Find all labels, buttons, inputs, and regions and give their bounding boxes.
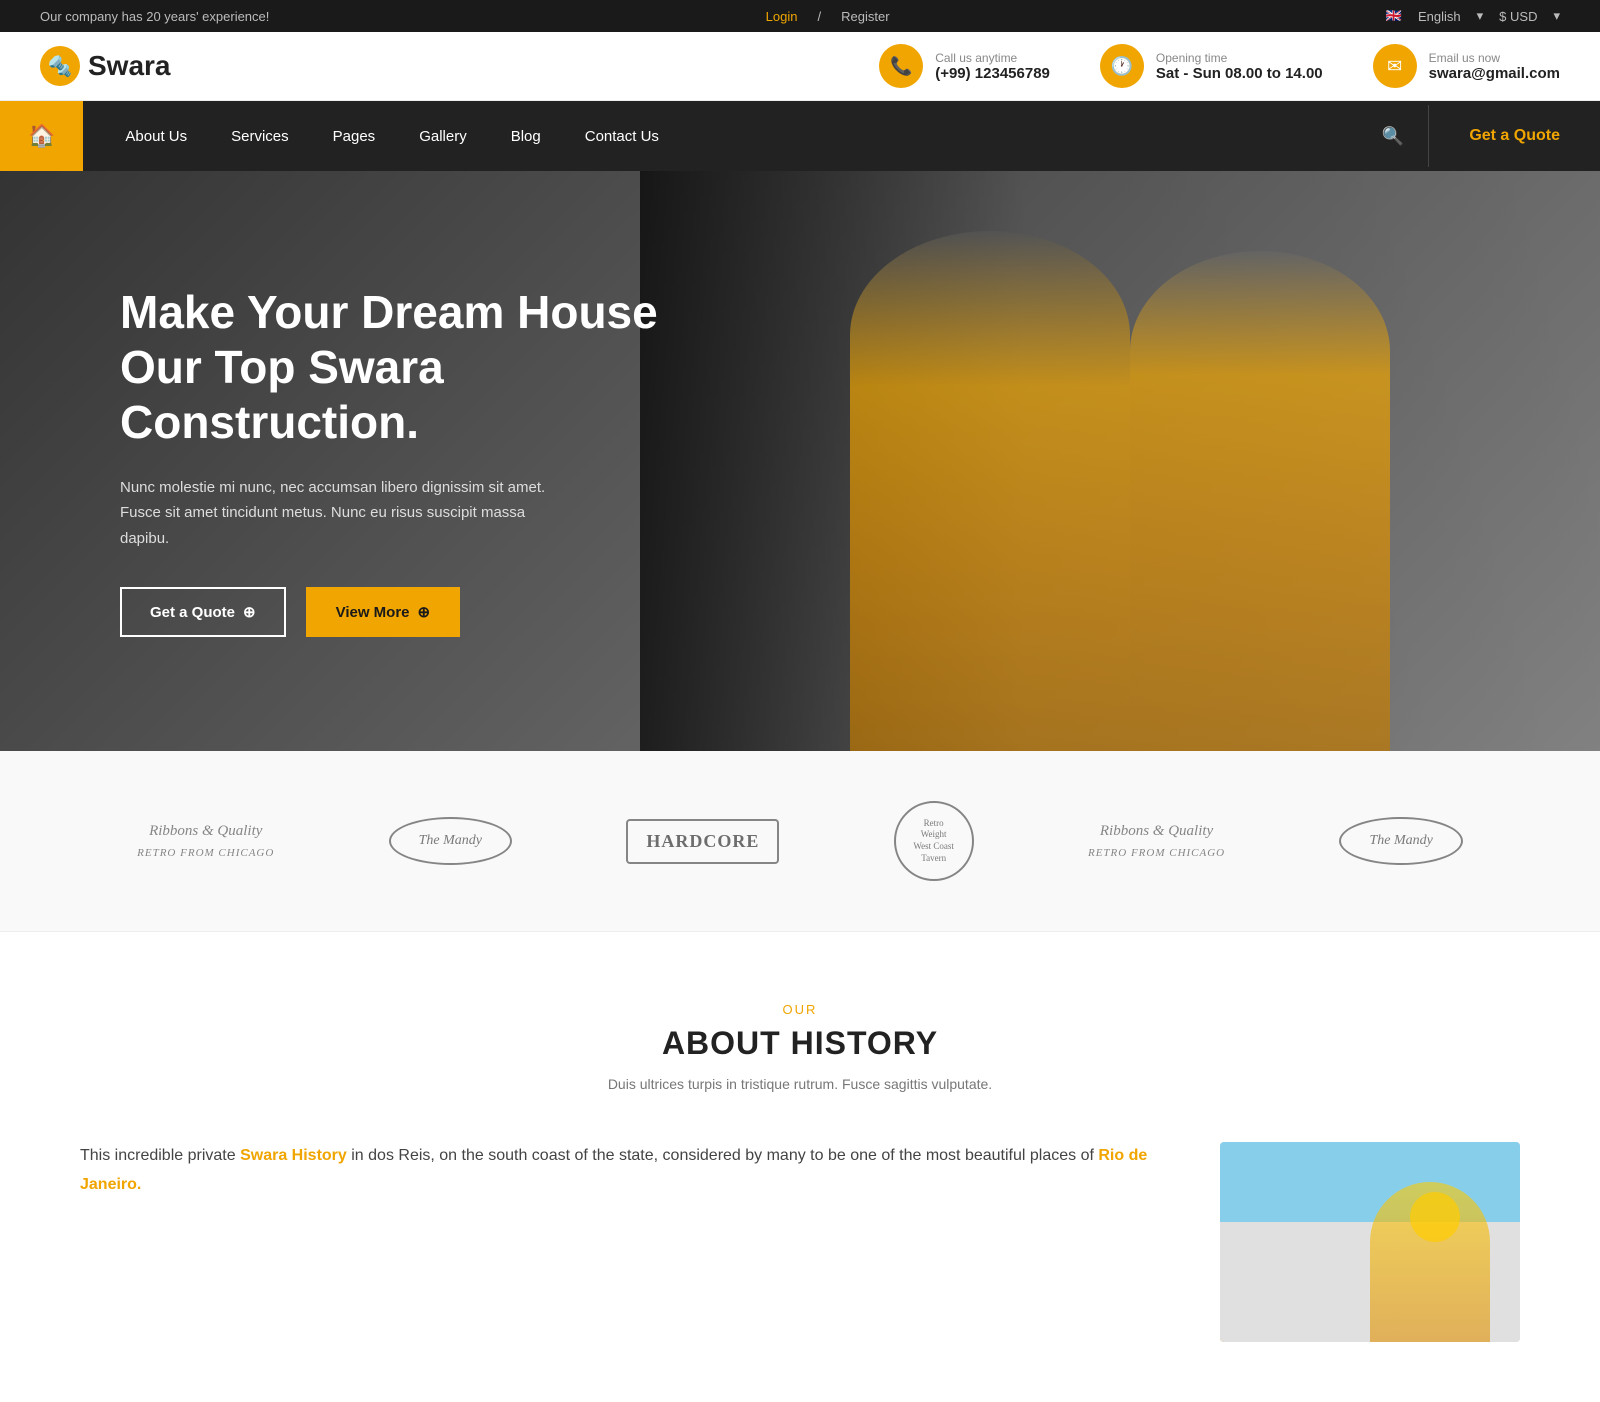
partner-6[interactable]: The Mandy bbox=[1339, 817, 1462, 865]
about-section: OUR ABOUT HISTORY Duis ultrices turpis i… bbox=[0, 932, 1600, 1402]
partner-2[interactable]: The Mandy bbox=[389, 817, 512, 865]
navbar: 🏠 About Us Services Pages Gallery Blog C… bbox=[0, 101, 1600, 171]
partner-3[interactable]: HARDCORE bbox=[626, 819, 779, 864]
auth-separator: / bbox=[817, 9, 821, 24]
locale-controls: 🇬🇧 English ▾ $ USD ▾ bbox=[1386, 8, 1560, 24]
about-body: This incredible private Swara History in… bbox=[80, 1142, 1520, 1342]
about-section-label: OUR bbox=[80, 1002, 1520, 1017]
nav-home-button[interactable]: 🏠 bbox=[0, 101, 83, 171]
logo-icon: 🔩 bbox=[40, 46, 80, 86]
about-text-2: in dos Reis, on the south coast of the s… bbox=[347, 1147, 1099, 1164]
about-image-worker bbox=[1220, 1142, 1520, 1342]
logo-name: Swara bbox=[88, 50, 171, 82]
login-link[interactable]: Login bbox=[766, 9, 798, 24]
email-icon: ✉ bbox=[1373, 44, 1417, 88]
currency-chevron: ▾ bbox=[1553, 8, 1560, 24]
nav-search-button[interactable]: 🔍 bbox=[1358, 126, 1428, 147]
quote-button-icon: ⊕ bbox=[243, 603, 256, 621]
hero-get-quote-button[interactable]: Get a Quote ⊕ bbox=[120, 587, 286, 637]
language-chevron: ▾ bbox=[1477, 8, 1484, 24]
quote-button-label: Get a Quote bbox=[150, 604, 235, 621]
nav-links: About Us Services Pages Gallery Blog Con… bbox=[83, 106, 1357, 167]
hero-description: Nunc molestie mi nunc, nec accumsan libe… bbox=[120, 475, 560, 552]
currency-selector[interactable]: $ USD bbox=[1499, 9, 1537, 24]
nav-contact[interactable]: Contact Us bbox=[563, 106, 681, 167]
about-section-title: ABOUT HISTORY bbox=[80, 1025, 1520, 1062]
nav-about[interactable]: About Us bbox=[103, 106, 209, 167]
hero-section: Make Your Dream House Our Top Swara Cons… bbox=[0, 171, 1600, 751]
about-text: This incredible private Swara History in… bbox=[80, 1142, 1180, 1200]
email-info: ✉ Email us now swara@gmail.com bbox=[1373, 44, 1560, 88]
top-bar: Our company has 20 years' experience! Lo… bbox=[0, 0, 1600, 32]
auth-links: Login / Register bbox=[766, 9, 890, 24]
search-icon: 🔍 bbox=[1382, 126, 1404, 146]
email-value: swara@gmail.com bbox=[1429, 65, 1560, 82]
flag-icon: 🇬🇧 bbox=[1386, 8, 1402, 24]
partner-1[interactable]: Ribbons & Quality Retro from Chicago bbox=[137, 821, 274, 861]
nav-gallery[interactable]: Gallery bbox=[397, 106, 489, 167]
hero-workers-overlay bbox=[640, 171, 1600, 751]
nav-get-quote-button[interactable]: Get a Quote bbox=[1428, 105, 1600, 167]
hours-label: Opening time bbox=[1156, 51, 1323, 65]
logo[interactable]: 🔩 Swara bbox=[40, 46, 171, 86]
about-section-desc: Duis ultrices turpis in tristique rutrum… bbox=[80, 1076, 1520, 1092]
nav-services[interactable]: Services bbox=[209, 106, 311, 167]
email-text: Email us now swara@gmail.com bbox=[1429, 51, 1560, 82]
phone-info: 📞 Call us anytime (+99) 123456789 bbox=[879, 44, 1050, 88]
register-link[interactable]: Register bbox=[841, 9, 889, 24]
hero-content: Make Your Dream House Our Top Swara Cons… bbox=[0, 285, 680, 637]
about-image bbox=[1220, 1142, 1520, 1342]
nav-pages[interactable]: Pages bbox=[311, 106, 398, 167]
phone-icon: 📞 bbox=[879, 44, 923, 88]
hero-title: Make Your Dream House Our Top Swara Cons… bbox=[120, 285, 680, 451]
partner-5[interactable]: Ribbons & Quality Retro from Chicago bbox=[1088, 821, 1225, 861]
about-text-1: This incredible private bbox=[80, 1147, 240, 1164]
header-info: 📞 Call us anytime (+99) 123456789 🕐 Open… bbox=[879, 44, 1560, 88]
phone-label: Call us anytime bbox=[935, 51, 1050, 65]
hours-text: Opening time Sat - Sun 08.00 to 14.00 bbox=[1156, 51, 1323, 82]
nav-blog[interactable]: Blog bbox=[489, 106, 563, 167]
phone-number: (+99) 123456789 bbox=[935, 65, 1050, 82]
hero-buttons: Get a Quote ⊕ View More ⊕ bbox=[120, 587, 680, 637]
header: 🔩 Swara 📞 Call us anytime (+99) 12345678… bbox=[0, 32, 1600, 101]
hours-icon: 🕐 bbox=[1100, 44, 1144, 88]
more-button-icon: ⊕ bbox=[418, 603, 431, 621]
hero-view-more-button[interactable]: View More ⊕ bbox=[306, 587, 461, 637]
home-icon: 🏠 bbox=[28, 123, 55, 149]
worker1-shape bbox=[850, 231, 1130, 751]
hours-value: Sat - Sun 08.00 to 14.00 bbox=[1156, 65, 1323, 82]
language-selector[interactable]: English bbox=[1418, 9, 1461, 24]
hours-info: 🕐 Opening time Sat - Sun 08.00 to 14.00 bbox=[1100, 44, 1323, 88]
partners-strip: Ribbons & Quality Retro from Chicago The… bbox=[0, 751, 1600, 932]
email-label: Email us now bbox=[1429, 51, 1560, 65]
phone-text: Call us anytime (+99) 123456789 bbox=[935, 51, 1050, 82]
partner-4[interactable]: RetroWeightWest CoastTavern bbox=[894, 801, 974, 881]
about-link-1[interactable]: Swara History bbox=[240, 1147, 347, 1164]
experience-text: Our company has 20 years' experience! bbox=[40, 9, 269, 24]
more-button-label: View More bbox=[336, 604, 410, 621]
worker2-shape bbox=[1130, 251, 1390, 751]
